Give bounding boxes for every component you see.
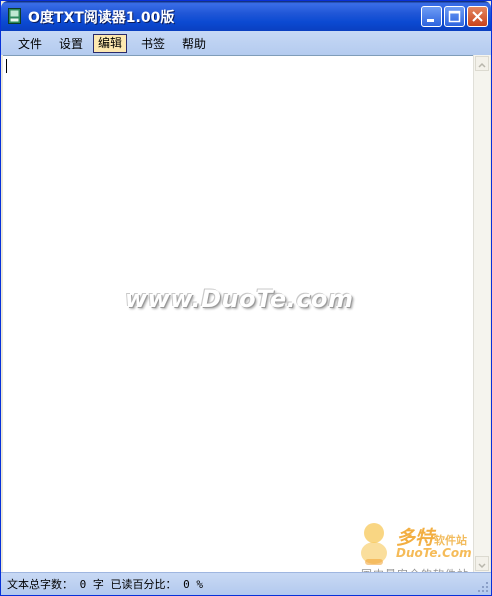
menu-bar: 文件 设置 编辑 书签 帮助 [1, 31, 491, 55]
vertical-scrollbar[interactable] [473, 55, 490, 572]
close-icon [472, 11, 483, 22]
menu-help[interactable]: 帮助 [178, 35, 210, 53]
resize-grip-icon[interactable] [477, 581, 489, 593]
menu-edit[interactable]: 编辑 [93, 34, 128, 53]
watermark-text: www.DuoTe.com [125, 285, 354, 313]
minimize-button[interactable] [421, 6, 442, 27]
status-text: 文本总字数： 0 字 已读百分比： 0 % [7, 578, 203, 591]
logo-url: DuoTe.Com [396, 546, 472, 560]
title-bar[interactable]: O度TXT阅读器1.00版 [1, 1, 491, 31]
close-button[interactable] [467, 6, 488, 27]
text-editor[interactable] [3, 55, 473, 572]
menu-bookmarks[interactable]: 书签 [137, 35, 169, 53]
menu-file[interactable]: 文件 [14, 35, 46, 53]
text-caret [6, 59, 7, 73]
maximize-button[interactable] [444, 6, 465, 27]
book-icon [8, 8, 21, 24]
scroll-up-button[interactable] [475, 56, 489, 71]
window-title: O度TXT阅读器1.00版 [28, 10, 175, 26]
maximize-icon [448, 10, 461, 23]
menu-settings[interactable]: 设置 [55, 35, 87, 53]
minimize-icon [427, 19, 434, 22]
app-window: O度TXT阅读器1.00版 文件 设置 编辑 书签 帮助 www.DuoTe.c… [0, 0, 492, 596]
status-bar: 文本总字数： 0 字 已读百分比： 0 % [1, 572, 491, 595]
mascot-icon [361, 523, 387, 565]
arrow-up-icon [478, 62, 486, 68]
